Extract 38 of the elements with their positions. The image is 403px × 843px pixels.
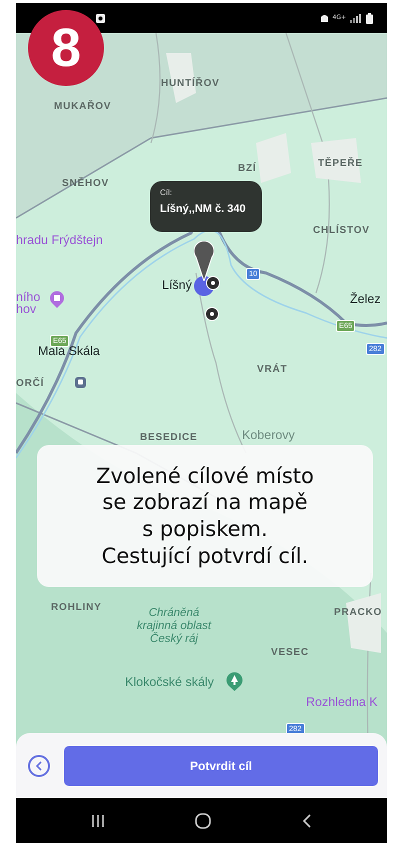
map-place-label: VESEC [271, 647, 309, 658]
confirm-destination-button[interactable]: Potvrdit cíl [64, 746, 378, 786]
map-place-label: PRACKO [334, 607, 382, 618]
signal-icon [350, 14, 362, 22]
map-place-label: MUKAŘOV [54, 101, 112, 112]
battery-icon [366, 12, 373, 24]
back-button[interactable] [28, 754, 50, 776]
map-place-label: ORČÍ [16, 378, 44, 390]
app-notification-icon [96, 14, 105, 22]
map-place-label: BZÍ [238, 163, 257, 174]
map-place-label: Želez [350, 292, 381, 306]
map-place-label: Koberovy [242, 428, 295, 442]
map-place-label: ROHLINY [51, 602, 102, 614]
train-station-icon [75, 377, 86, 388]
chevron-left-icon [35, 760, 43, 770]
home-icon[interactable] [195, 812, 212, 828]
instruction-caption: Zvolené cílové místo se zobrazí na mapě s popiskem. Cestující potvrdí cíl. [37, 445, 373, 587]
map-place-label: CHLÍSTOV [313, 225, 370, 236]
tooltip-label: Cíl: [160, 188, 173, 197]
map-place-label: Chráněná krajinná oblast Český ráj [136, 607, 212, 647]
map-place-label: Líšný [162, 278, 192, 292]
map-place-label: ního [16, 290, 40, 304]
map-place-label: HUNTÍŘOV [161, 78, 220, 90]
recent-apps-icon[interactable] [91, 814, 106, 828]
map-place-label: hov [16, 302, 36, 316]
map-place-label: hradu Frýdštejn [16, 233, 103, 248]
map-place-label: Rozhledna K [306, 695, 378, 710]
map-place-label: VRÁT [257, 364, 288, 376]
stop-marker-icon [205, 307, 219, 321]
destination-address: Líšný,,NM č. 340 [160, 203, 247, 215]
map-place-label: BESEDICE [140, 432, 198, 444]
map-place-label: TĚPEŘE [318, 158, 363, 170]
map-place-label: Klokočské skály [125, 675, 214, 690]
stop-marker-icon [206, 276, 220, 290]
tree-pin-icon [226, 672, 243, 691]
map-pin-icon [194, 241, 214, 281]
back-icon[interactable] [302, 814, 312, 828]
castle-pin-icon [49, 290, 65, 308]
